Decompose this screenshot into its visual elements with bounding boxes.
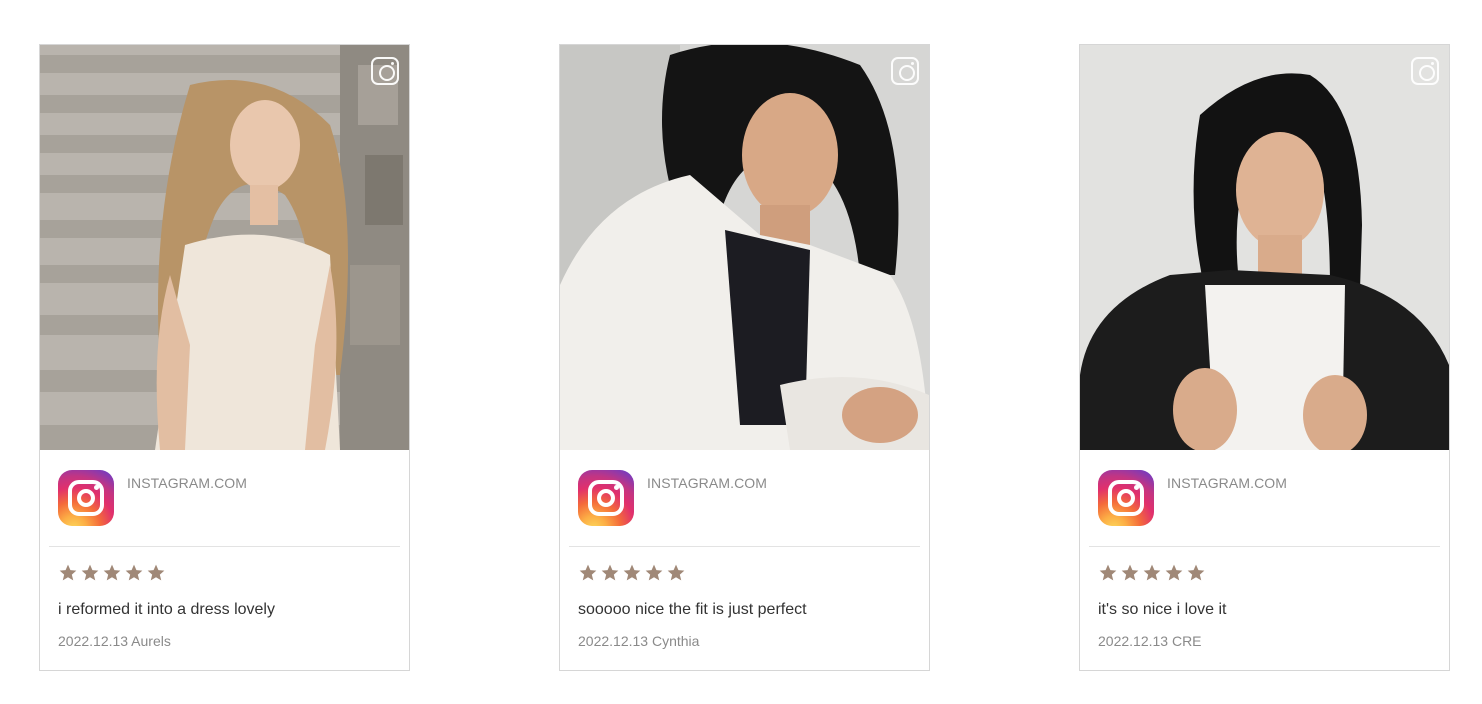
- review-photo[interactable]: [1080, 45, 1449, 450]
- source-name[interactable]: INSTAGRAM.COM: [647, 475, 767, 491]
- star-icon: [600, 563, 620, 583]
- photo-image: [560, 45, 929, 450]
- star-icon: [1142, 563, 1162, 583]
- review-card[interactable]: INSTAGRAM.COM i reformed it into a dress…: [39, 44, 410, 671]
- instagram-logo-icon[interactable]: [1098, 470, 1154, 526]
- star-icon: [124, 563, 144, 583]
- star-icon: [578, 563, 598, 583]
- star-icon: [1164, 563, 1184, 583]
- review-text: it's so nice i love it: [1098, 601, 1227, 618]
- star-icon: [666, 563, 686, 583]
- source-row: INSTAGRAM.COM: [578, 470, 908, 526]
- source-name[interactable]: INSTAGRAM.COM: [127, 475, 247, 491]
- star-icon: [58, 563, 78, 583]
- star-icon: [1098, 563, 1118, 583]
- source-row: INSTAGRAM.COM: [1098, 470, 1428, 526]
- photo-image: [40, 45, 409, 450]
- divider: [569, 546, 920, 547]
- instagram-logo-icon[interactable]: [578, 470, 634, 526]
- star-rating: [578, 563, 686, 585]
- review-meta: 2022.12.13 Cynthia: [578, 633, 700, 649]
- photo-image: [1080, 45, 1449, 450]
- star-rating: [58, 563, 166, 585]
- review-photo[interactable]: [560, 45, 929, 450]
- star-icon: [102, 563, 122, 583]
- divider: [49, 546, 400, 547]
- review-text: sooooo nice the fit is just perfect: [578, 601, 807, 618]
- review-card[interactable]: INSTAGRAM.COM sooooo nice the fit is jus…: [559, 44, 930, 671]
- review-card[interactable]: INSTAGRAM.COM it's so nice i love it 202…: [1079, 44, 1450, 671]
- review-text: i reformed it into a dress lovely: [58, 601, 275, 618]
- instagram-logo-icon[interactable]: [58, 470, 114, 526]
- instagram-outline-icon[interactable]: [371, 57, 399, 85]
- review-meta: 2022.12.13 CRE: [1098, 633, 1202, 649]
- star-icon: [622, 563, 642, 583]
- review-meta: 2022.12.13 Aurels: [58, 633, 171, 649]
- review-photo[interactable]: [40, 45, 409, 450]
- instagram-outline-icon[interactable]: [1411, 57, 1439, 85]
- star-rating: [1098, 563, 1206, 585]
- instagram-outline-icon[interactable]: [891, 57, 919, 85]
- star-icon: [80, 563, 100, 583]
- star-icon: [1186, 563, 1206, 583]
- source-row: INSTAGRAM.COM: [58, 470, 388, 526]
- star-icon: [1120, 563, 1140, 583]
- star-icon: [644, 563, 664, 583]
- divider: [1089, 546, 1440, 547]
- source-name[interactable]: INSTAGRAM.COM: [1167, 475, 1287, 491]
- star-icon: [146, 563, 166, 583]
